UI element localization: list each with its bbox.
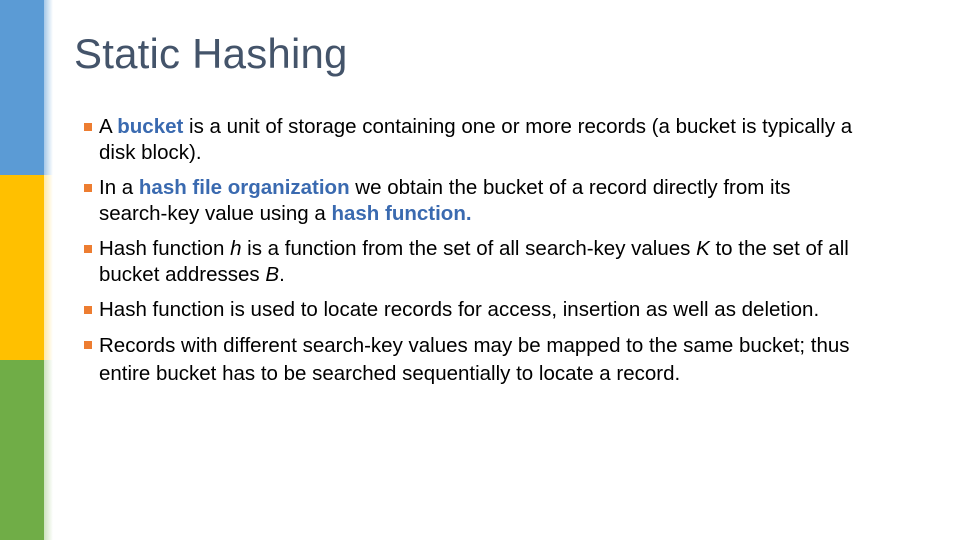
bullet-text: is a function from the set of all search… <box>241 237 697 260</box>
bullet-text: is a unit of storage containing one or m… <box>99 115 853 164</box>
square-bullet-icon <box>84 184 92 192</box>
bullet-text: A <box>99 115 118 138</box>
bullet-item-hash-function-definition: Hash function h is a function from the s… <box>84 236 864 288</box>
bullet-text: In a <box>99 176 139 199</box>
accent-stripe-blue <box>0 0 53 175</box>
symbol-b: B <box>265 263 280 286</box>
term-bucket: bucket <box>117 115 184 138</box>
accent-stripe-yellow <box>0 175 53 360</box>
square-bullet-icon <box>84 306 92 314</box>
bullet-list: A bucket is a unit of storage containing… <box>84 114 864 396</box>
bullet-item-hash-file-organization: In a hash file organization we obtain th… <box>84 175 864 227</box>
bullet-text: . <box>279 263 285 286</box>
square-bullet-icon <box>84 341 92 349</box>
accent-stripe-green <box>0 360 53 540</box>
bullet-item-hash-function-usage: Hash function is used to locate records … <box>84 297 864 323</box>
term-hash-function: hash function. <box>331 202 472 225</box>
bullet-item-bucket-collision: Records with different search-key values… <box>84 332 864 387</box>
bullet-text: Records with different search-key values… <box>99 334 850 385</box>
bullet-item-bucket: A bucket is a unit of storage containing… <box>84 114 864 166</box>
symbol-h: h <box>230 237 242 260</box>
square-bullet-icon <box>84 123 92 131</box>
symbol-k: K <box>696 237 710 260</box>
term-hash-file-organization: hash file organization <box>138 176 350 199</box>
bullet-text: Hash function is used to locate records … <box>99 298 820 321</box>
slide: Static Hashing A bucket is a unit of sto… <box>0 0 960 540</box>
slide-title: Static Hashing <box>74 30 348 77</box>
bullet-text: Hash function <box>99 237 231 260</box>
square-bullet-icon <box>84 245 92 253</box>
